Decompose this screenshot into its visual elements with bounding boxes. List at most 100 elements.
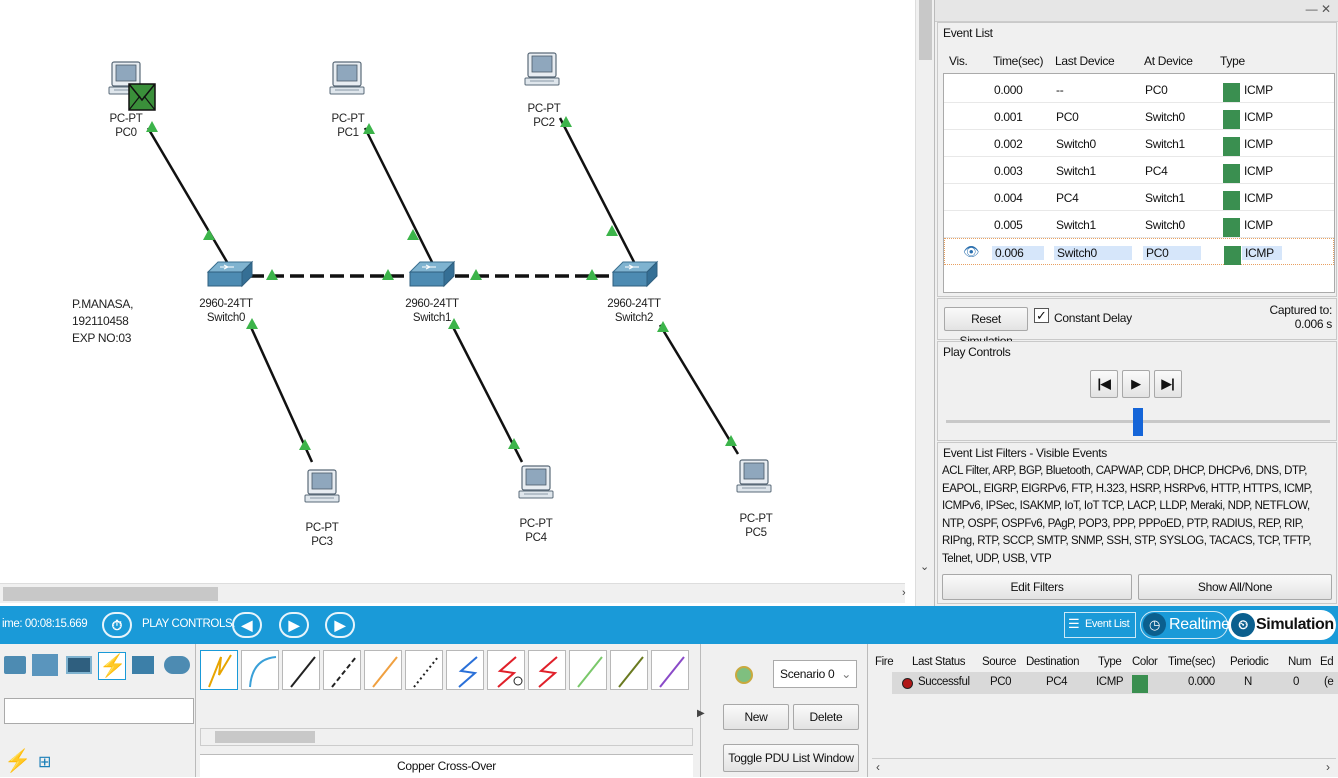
col-fire: Fire (875, 656, 894, 668)
panel-window-controls-icon[interactable]: — ✕ (1306, 2, 1331, 16)
simulation-panel: — ✕ Event List Vis. Time(sec) Last Devic… (934, 0, 1338, 606)
scrollbar-thumb[interactable] (3, 587, 218, 601)
end-devices-icon[interactable] (132, 656, 154, 674)
event-cell-last: PC4 (1056, 191, 1079, 205)
col-num: Num (1288, 656, 1312, 668)
scrollbar-thumb[interactable] (215, 731, 315, 743)
connections-icon[interactable]: ⚡ (98, 652, 126, 680)
event-row[interactable]: 0.004 PC4 Switch1 ICMP (944, 184, 1334, 211)
new-scenario-button[interactable]: New (723, 704, 789, 730)
event-row[interactable]: 0.002 Switch0 Switch1 ICMP (944, 130, 1334, 157)
event-row[interactable]: 0.001 PC0 Switch0 ICMP (944, 103, 1334, 130)
pc1-label: PC-PT PC1 (331, 113, 365, 139)
event-cell-at: PC0 (1143, 246, 1201, 260)
forward-button[interactable]: ▶ (325, 612, 355, 638)
constant-delay-checkbox[interactable]: ✓ (1034, 308, 1049, 323)
scrollbar-thumb[interactable] (919, 0, 932, 60)
switches-icon[interactable] (32, 654, 58, 676)
console-cable-icon[interactable] (241, 650, 279, 690)
play-button[interactable]: ▶ (1122, 370, 1150, 398)
event-cell-at: Switch0 (1145, 218, 1185, 232)
wireless-icon[interactable] (164, 656, 190, 674)
filters-title: Event List Filters - Visible Events (943, 446, 1108, 460)
fiber-icon[interactable] (364, 650, 402, 690)
link-switch1-pc4 (450, 324, 524, 463)
pdu-row[interactable]: Successful PC0 PC4 ICMP 0.000 N 0 (e (892, 672, 1338, 694)
play-button[interactable]: ▶ (279, 612, 309, 638)
expand-arrow-icon[interactable]: ▶ (697, 708, 705, 719)
simulation-tab[interactable]: ⏲ Simulation (1228, 610, 1336, 640)
stopwatch-icon[interactable]: ⏱ (102, 612, 132, 638)
octal-cable-icon[interactable] (569, 650, 607, 690)
col-time[interactable]: Time(sec) (993, 54, 1043, 68)
phone-cable-icon[interactable] (405, 650, 443, 690)
auto-connect-cable-icon[interactable] (200, 650, 238, 690)
routers-icon[interactable] (4, 656, 26, 674)
serial-dce-icon[interactable] (487, 650, 525, 690)
copper-cross-over-icon[interactable] (323, 650, 361, 690)
pc5-label: PC-PT PC5 (739, 513, 773, 539)
switch0-icon (207, 261, 253, 287)
panel-header: — ✕ (935, 0, 1338, 22)
col-at-device[interactable]: At Device (1144, 54, 1193, 68)
scenario-select[interactable]: Scenario 0 ⌄ (773, 660, 857, 688)
event-cell-last: -- (1056, 83, 1064, 97)
edit-filters-button[interactable]: Edit Filters (942, 574, 1132, 600)
pdu-scrollbar[interactable]: ‹ › (872, 758, 1336, 776)
toggle-pdu-list-button[interactable]: Toggle PDU List Window (723, 744, 859, 772)
coaxial-cable-icon[interactable] (446, 650, 484, 690)
play-controls-title: Play Controls (943, 345, 1011, 359)
canvas-horizontal-scrollbar[interactable]: › (0, 583, 906, 603)
link-pc1-switch1 (363, 127, 434, 263)
event-cell-last: Switch1 (1056, 164, 1096, 178)
device-search-field[interactable] (4, 698, 194, 724)
col-type: Type (1098, 656, 1122, 668)
event-row[interactable]: 0.000 -- PC0 ICMP (944, 76, 1334, 103)
back-button[interactable]: |◀ (1090, 370, 1118, 398)
topology-canvas[interactable]: PC-PT PC0 PC-PT PC1 PC-PT PC2 PC-PT PC3 PC-P… (0, 0, 918, 606)
serial-dte-icon[interactable] (528, 650, 566, 690)
event-list-toggle[interactable]: ☰ Event List (1064, 612, 1136, 638)
pc1-icon (329, 61, 365, 95)
play-controls-section: Play Controls |◀ ▶ ▶| (937, 341, 1337, 441)
event-cell-time: 0.001 (994, 110, 1023, 124)
scroll-down-icon[interactable]: ⌄ (920, 560, 929, 573)
usb-cable-icon[interactable] (651, 650, 689, 690)
connections-subcategory-icon[interactable]: ⚡ (4, 748, 31, 774)
realtime-tab[interactable]: ◷ Realtime (1140, 611, 1230, 639)
captured-to-label: Captured to: 0.006 s (1269, 303, 1333, 331)
col-vis[interactable]: Vis. (949, 54, 968, 68)
reset-simulation-button[interactable]: Reset Simulation (944, 307, 1028, 348)
pc5-icon (736, 459, 772, 493)
iot-custom-cable-icon[interactable] (610, 650, 648, 690)
canvas-vertical-scrollbar[interactable]: ⌄ (915, 0, 934, 606)
event-row[interactable]: 👁 0.006 Switch0 PC0 ICMP (944, 238, 1334, 265)
captured-value: 0.006 s (1294, 317, 1333, 331)
event-cell-at: PC0 (1145, 83, 1168, 97)
hubs-icon[interactable] (66, 656, 92, 674)
scenario-panel: ▶ Scenario 0 ⌄ New Delete Toggle PDU List… (697, 644, 868, 777)
show-all-none-button[interactable]: Show All/None (1138, 574, 1332, 600)
copper-straight-through-icon[interactable] (282, 650, 320, 690)
selected-cable-name: Copper Cross-Over (200, 754, 693, 777)
scroll-left-icon: ‹ (876, 760, 880, 774)
speed-slider-thumb[interactable] (1133, 408, 1143, 436)
chevron-down-icon: ⌄ (841, 667, 851, 681)
back-button[interactable]: ◀ (232, 612, 262, 638)
event-row[interactable]: 0.005 Switch1 Switch0 ICMP (944, 211, 1334, 238)
delete-scenario-button[interactable]: Delete (793, 704, 859, 730)
forward-button[interactable]: ▶| (1154, 370, 1182, 398)
event-row[interactable]: 0.003 Switch1 PC4 ICMP (944, 157, 1334, 184)
fire-icon[interactable] (902, 678, 913, 689)
col-color: Color (1132, 656, 1158, 668)
pdu-list: Fire Last Status Source Destination Type… (870, 644, 1338, 777)
scroll-right-icon[interactable]: › (902, 587, 906, 599)
grid-icon[interactable]: ⊞ (38, 752, 51, 772)
pc4-label: PC-PT PC4 (519, 518, 553, 544)
col-type[interactable]: Type (1220, 54, 1245, 68)
switch2-icon (612, 261, 658, 287)
cable-scrollbar[interactable] (200, 728, 693, 746)
clock-icon: ◷ (1143, 613, 1166, 636)
event-cell-type: ICMP (1244, 83, 1273, 97)
col-last-device[interactable]: Last Device (1055, 54, 1115, 68)
